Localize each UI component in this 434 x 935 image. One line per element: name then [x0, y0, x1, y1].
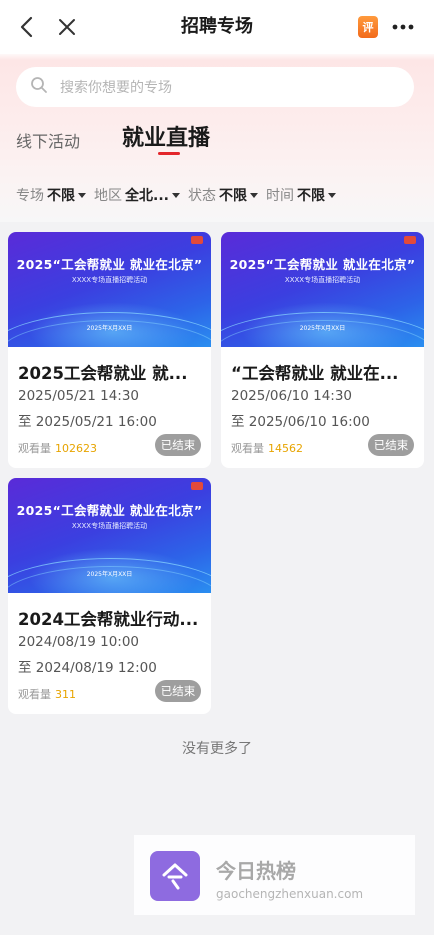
banner-subtitle: XXXX专场直播招聘活动	[71, 276, 148, 284]
tab-live-stream[interactable]: 就业直播	[122, 120, 210, 152]
review-badge-label: 评	[358, 16, 378, 38]
chevron-left-icon[interactable]	[12, 12, 42, 42]
card-title: “工会帮就业 就业在...	[231, 364, 399, 383]
banner-title: 2025“工会帮就业 就业在北京”	[229, 257, 416, 272]
card-banner: 2025“工会帮就业 就业在北京” XXXX专场直播招聘活动 2025年X月XX…	[8, 478, 211, 593]
banner-date: 2025年X月XX日	[86, 325, 133, 332]
live-card[interactable]: 2025“工会帮就业 就业在北京” XXXX专场直播招聘活动 2025年X月XX…	[221, 232, 424, 468]
caret-down-icon	[78, 192, 86, 198]
more-horizontal-icon[interactable]	[388, 12, 418, 42]
tab-offline-events[interactable]: 线下活动	[16, 128, 80, 152]
filter-time-value: 不限	[296, 188, 325, 204]
status-badge: 已结束	[155, 434, 201, 456]
card-banner: 2025“工会帮就业 就业在北京” XXXX专场直播招聘活动 2025年X月XX…	[221, 232, 424, 347]
search-input[interactable]: 搜索你想要的专场	[16, 67, 414, 107]
banner-date: 2025年X月XX日	[299, 325, 346, 332]
card-title: 2025工会帮就业 就...	[18, 364, 188, 383]
top-bar: 招聘专场 评	[0, 0, 434, 54]
union-logo-icon	[191, 482, 203, 490]
view-count-value: 14562	[268, 442, 303, 455]
filter-region[interactable]: 地区 全北...	[94, 185, 180, 205]
filter-time-label: 时间	[265, 188, 294, 204]
view-count-value: 311	[55, 688, 76, 701]
caret-down-icon	[171, 192, 180, 198]
search-placeholder: 搜索你想要的专场	[60, 80, 172, 96]
filter-session-label: 专场	[16, 188, 44, 204]
banner-subtitle: XXXX专场直播招聘活动	[71, 522, 148, 530]
filter-status-value: 不限	[218, 188, 247, 204]
watermark-logo-icon	[150, 851, 200, 901]
card-title: 2024工会帮就业行动...	[18, 610, 199, 629]
watermark-title: 今日热榜	[216, 859, 296, 883]
caret-down-icon	[327, 192, 336, 198]
view-count: 观看量 14562	[231, 440, 303, 456]
union-logo-icon	[404, 236, 416, 244]
card-end-time: 至 2024/08/19 12:00	[18, 660, 157, 676]
filter-bar: 专场 不限 地区 全北... 状态 不限 时间 不限	[16, 184, 426, 206]
card-start-time: 2024/08/19 10:00	[18, 634, 140, 650]
banner-title: 2025“工会帮就业 就业在北京”	[16, 257, 203, 272]
review-icon[interactable]: 评	[353, 12, 383, 42]
view-count-label: 观看量	[231, 442, 264, 455]
card-start-time: 2025/05/21 14:30	[18, 388, 140, 404]
close-icon[interactable]	[52, 12, 82, 42]
live-card[interactable]: 2025“工会帮就业 就业在北京” XXXX专场直播招聘活动 2025年X月XX…	[8, 232, 211, 468]
view-count-value: 102623	[55, 442, 97, 455]
view-count-label: 观看量	[18, 688, 51, 701]
union-logo-icon	[191, 236, 203, 244]
active-tab-indicator	[158, 152, 180, 155]
filter-session[interactable]: 专场 不限	[16, 185, 86, 205]
filter-session-value: 不限	[47, 188, 75, 204]
banner-subtitle: XXXX专场直播招聘活动	[284, 276, 361, 284]
caret-down-icon	[249, 192, 258, 198]
watermark: 今日热榜 gaochengzhenxuan.com	[134, 835, 415, 915]
card-end-time: 至 2025/05/21 16:00	[18, 414, 157, 430]
filter-status-label: 状态	[187, 188, 216, 204]
filter-region-value: 全北...	[125, 188, 169, 204]
status-badge: 已结束	[155, 680, 201, 702]
end-of-list-text: 没有更多了	[182, 741, 252, 757]
card-start-time: 2025/06/10 14:30	[231, 388, 353, 404]
watermark-url: gaochengzhenxuan.com	[216, 887, 364, 901]
banner-date: 2025年X月XX日	[86, 571, 133, 578]
banner-title: 2025“工会帮就业 就业在北京”	[16, 503, 203, 518]
view-count-label: 观看量	[18, 442, 51, 455]
filter-region-label: 地区	[94, 188, 122, 204]
tab-bar: 线下活动 就业直播	[0, 118, 434, 162]
filter-status[interactable]: 状态 不限	[188, 185, 258, 205]
search-icon	[30, 76, 48, 98]
filter-time[interactable]: 时间 不限	[266, 185, 336, 205]
status-badge: 已结束	[368, 434, 414, 456]
view-count: 观看量 102623	[18, 440, 97, 456]
card-end-time: 至 2025/06/10 16:00	[231, 414, 370, 430]
card-banner: 2025“工会帮就业 就业在北京” XXXX专场直播招聘活动 2025年X月XX…	[8, 232, 211, 347]
view-count: 观看量 311	[18, 686, 76, 702]
live-card[interactable]: 2025“工会帮就业 就业在北京” XXXX专场直播招聘活动 2025年X月XX…	[8, 478, 211, 714]
